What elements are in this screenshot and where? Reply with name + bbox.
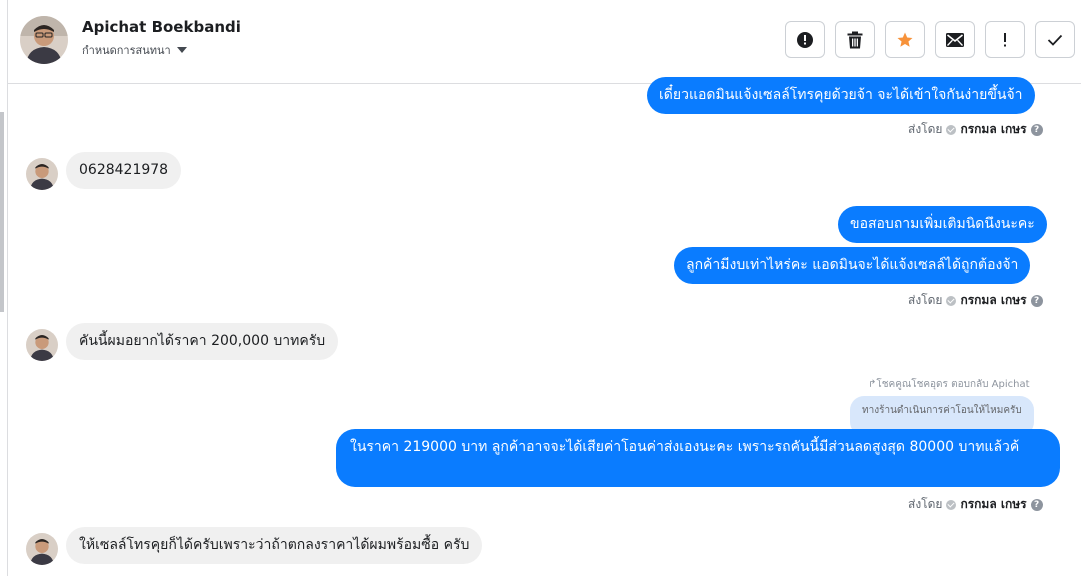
sent-by-label: ส่งโดย — [908, 122, 943, 136]
contact-avatar-small[interactable] — [26, 329, 58, 361]
contact-avatar-small[interactable] — [26, 158, 58, 190]
incoming-message[interactable]: ให้เซลล์โทรคุยก็ได้ครับเพราะว่าถ้าตกลงรา… — [66, 527, 483, 564]
check-circle-icon — [946, 499, 957, 510]
sent-by-info: ส่งโดย กรกมล เกษร ? — [908, 291, 1043, 310]
star-button[interactable] — [885, 21, 925, 58]
envelope-icon — [946, 32, 964, 47]
sent-by-label: ส่งโดย — [908, 293, 943, 307]
conversation-schedule-dropdown[interactable]: กำหนดการสนทนา — [82, 41, 187, 59]
left-scrollbar[interactable] — [0, 112, 4, 312]
exclamation-icon — [1004, 32, 1006, 46]
star-icon — [897, 32, 913, 47]
sent-by-label: ส่งโดย — [908, 497, 943, 511]
chat-window: Apichat Boekbandi กำหนดการสนทนา เดี๋ยวแอ… — [0, 0, 1081, 576]
help-icon[interactable]: ? — [1030, 123, 1043, 136]
outgoing-message[interactable]: ในราคา 219000 บาท ลูกค้าอาจจะได้เสียค่าโ… — [336, 429, 1060, 487]
mark-spam-button[interactable] — [785, 21, 825, 58]
mark-unread-button[interactable] — [935, 21, 975, 58]
conversation-header: Apichat Boekbandi กำหนดการสนทนา — [8, 0, 1081, 84]
mark-done-button[interactable] — [1035, 21, 1075, 58]
sender-name[interactable]: กรกมล เกษร — [960, 120, 1026, 139]
trash-icon — [847, 31, 863, 48]
reply-context-text: โชคคูณโชคอุดร ตอบกลับ Apichat — [876, 379, 1030, 390]
delete-button[interactable] — [835, 21, 875, 58]
check-circle-icon — [946, 124, 957, 135]
alert-circle-icon — [797, 31, 813, 48]
sender-name[interactable]: กรกมล เกษร — [960, 291, 1026, 310]
checkmark-icon — [1047, 34, 1063, 46]
reply-context-label: ↱โชคคูณโชคอุดร ตอบกลับ Apichat — [868, 377, 1030, 392]
help-icon[interactable]: ? — [1030, 294, 1043, 307]
contact-name: Apichat Boekbandi — [82, 18, 241, 36]
sender-name[interactable]: กรกมล เกษร — [960, 495, 1026, 514]
caret-down-icon — [176, 47, 187, 53]
check-circle-icon — [946, 295, 957, 306]
conversation-schedule-label: กำหนดการสนทนา — [82, 44, 171, 57]
contact-avatar[interactable] — [20, 16, 68, 64]
outgoing-message[interactable]: ขอสอบถามเพิ่มเติมนิดนึงนะคะ — [838, 206, 1047, 243]
mark-important-button[interactable] — [985, 21, 1025, 58]
outgoing-message[interactable]: ลูกค้ามีงบเท่าไหร่คะ แอดมินจะได้แจ้งเซลล… — [674, 247, 1031, 284]
sent-by-info: ส่งโดย กรกมล เกษร ? — [908, 120, 1043, 139]
incoming-message[interactable]: คันนี้ผมอยากได้ราคา 200,000 บาทครับ — [66, 323, 339, 360]
help-icon[interactable]: ? — [1030, 498, 1043, 511]
outgoing-message[interactable]: เดี๋ยวแอดมินแจ้งเซลล์โทรคุยด้วยจ้า จะได้… — [647, 77, 1035, 114]
sent-by-info: ส่งโดย กรกมล เกษร ? — [908, 495, 1043, 514]
contact-avatar-small[interactable] — [26, 533, 58, 565]
incoming-message[interactable]: 0628421978 — [66, 152, 182, 189]
header-actions — [785, 21, 1075, 58]
